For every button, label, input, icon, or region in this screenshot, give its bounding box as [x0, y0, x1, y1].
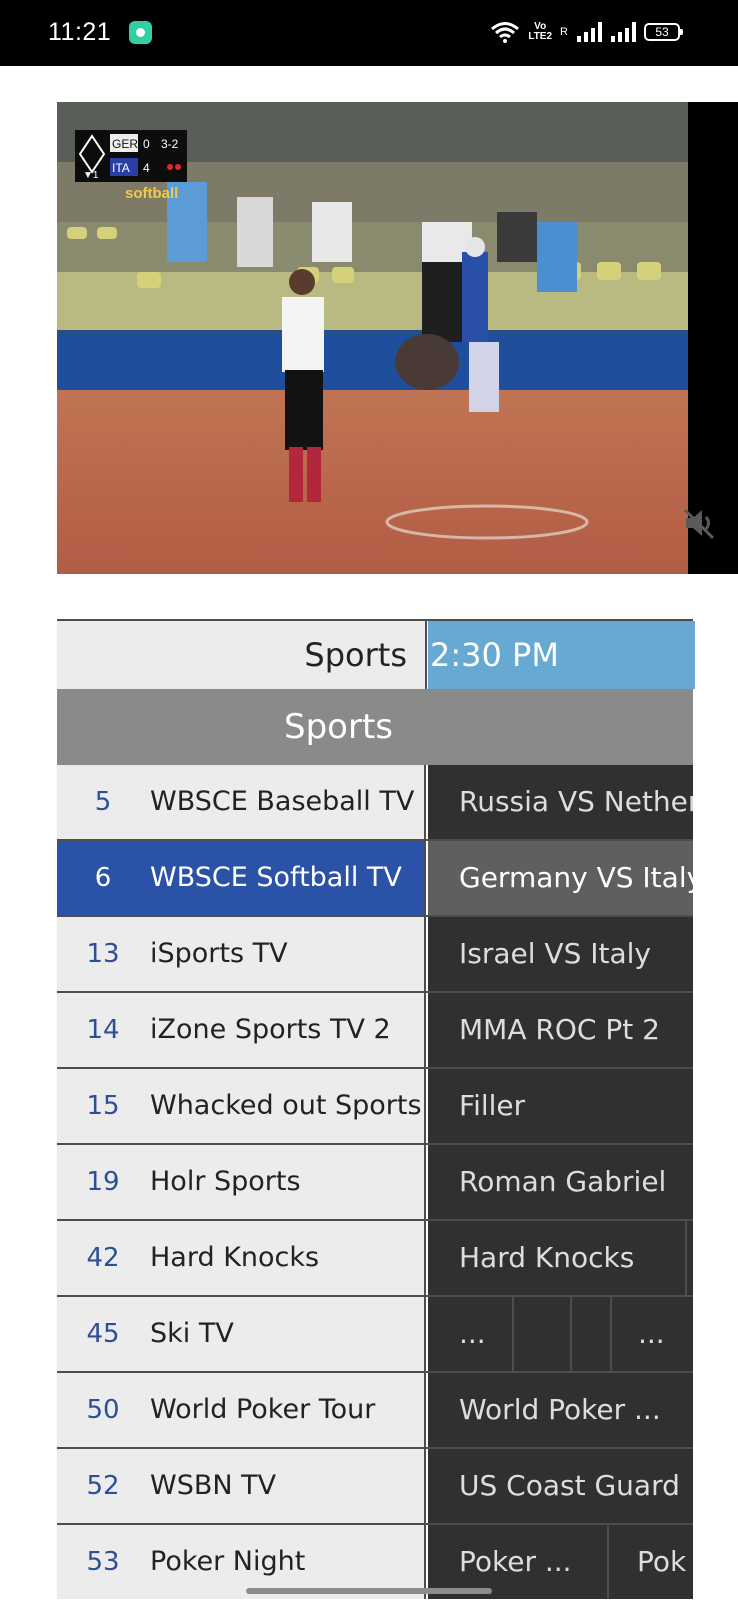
channel-name: Holr Sports	[150, 1166, 301, 1197]
guide-header-label: Sports	[57, 621, 427, 689]
program-cell[interactable]: Hard Knocks	[428, 1221, 693, 1295]
scoreboard-count: 3-2	[161, 137, 179, 151]
video-frame: GER 0 ITA 4 3-2 ▼1 softball	[57, 102, 688, 574]
status-icons: Vo LTE2 R 53	[490, 18, 683, 46]
channel-cell[interactable]: 6 WBSCE Softball TV	[57, 841, 426, 915]
channel-cell[interactable]: 45 Ski TV	[57, 1297, 426, 1371]
program-title: Germany VS Italy	[459, 861, 693, 894]
program-slot-title: ...	[638, 1317, 665, 1350]
channel-cell[interactable]: 19 Holr Sports	[57, 1145, 426, 1219]
channel-name: Whacked out Sports	[150, 1090, 422, 1121]
channel-name: iZone Sports TV 2	[150, 1014, 391, 1045]
channel-row[interactable]: 15 Whacked out Sports Filler	[57, 1069, 693, 1145]
program-title: Hard Knocks	[459, 1241, 635, 1274]
program-slot[interactable]: Pok	[607, 1525, 693, 1599]
status-bar: 11:21 Vo LTE2 R 53	[0, 0, 738, 66]
notification-app-icon	[129, 21, 152, 44]
status-time: 11:21	[48, 18, 112, 46]
program-cell[interactable]: Filler	[428, 1069, 693, 1143]
roaming-indicator: R	[560, 26, 568, 38]
mute-icon[interactable]	[680, 504, 718, 542]
battery-icon: 53	[644, 23, 683, 41]
signal-icon-sim1	[576, 21, 602, 43]
channel-row[interactable]: 52 WSBN TV US Coast Guard	[57, 1449, 693, 1525]
program-title: Israel VS Italy	[459, 937, 651, 970]
channel-cell[interactable]: 50 World Poker Tour	[57, 1373, 426, 1447]
channel-number: 45	[86, 1319, 120, 1349]
channel-cell[interactable]: 5 WBSCE Baseball TV	[57, 765, 426, 839]
channel-name: World Poker Tour	[150, 1394, 376, 1425]
channel-name: Hard Knocks	[150, 1242, 320, 1273]
softball-logo: softball	[125, 185, 178, 202]
program-cell[interactable]: World Poker ...	[428, 1373, 693, 1447]
channel-row[interactable]: 13 iSports TV Israel VS Italy	[57, 917, 693, 993]
program-cell[interactable]: US Coast Guard	[428, 1449, 693, 1523]
program-cell[interactable]: MMA ROC Pt 2	[428, 993, 693, 1067]
video-player[interactable]: GER 0 ITA 4 3-2 ▼1 softball	[57, 102, 688, 574]
program-slot-divider	[685, 1221, 693, 1295]
channel-row[interactable]: 45 Ski TV ... ...	[57, 1297, 693, 1373]
channel-cell[interactable]: 42 Hard Knocks	[57, 1221, 426, 1295]
channel-number: 19	[86, 1167, 120, 1197]
channel-number: 13	[86, 939, 120, 969]
home-indicator[interactable]	[246, 1588, 492, 1594]
program-cell[interactable]: Roman Gabriel	[428, 1145, 693, 1219]
program-title: World Poker ...	[459, 1393, 661, 1426]
channel-row[interactable]: 50 World Poker Tour World Poker ...	[57, 1373, 693, 1449]
guide-header: Sports 2:30 PM	[57, 619, 695, 689]
scoreboard-team1: GER	[112, 137, 138, 151]
channel-cell[interactable]: 52 WSBN TV	[57, 1449, 426, 1523]
channel-cell[interactable]: 13 iSports TV	[57, 917, 426, 991]
program-slot-title[interactable]: ...	[459, 1297, 486, 1371]
channel-number: 42	[86, 1243, 120, 1273]
program-cell[interactable]: Israel VS Italy	[428, 917, 693, 991]
program-slot[interactable]	[570, 1297, 610, 1371]
program-title: MMA ROC Pt 2	[459, 1013, 660, 1046]
wifi-icon	[490, 21, 520, 43]
channel-number: 5	[94, 787, 112, 817]
category-header[interactable]: Sports	[57, 689, 693, 765]
channel-guide: Sports 2:30 PM Sports 5 WBSCE Baseball T…	[57, 619, 695, 1599]
program-title: Filler	[459, 1089, 526, 1122]
scoreboard-team2: ITA	[112, 161, 130, 175]
channel-number: 6	[94, 863, 112, 893]
program-slot-title: Pok	[637, 1545, 687, 1578]
channel-name: Ski TV	[150, 1318, 234, 1349]
program-title: US Coast Guard	[459, 1469, 680, 1502]
channel-number: 50	[86, 1395, 120, 1425]
program-cell[interactable]: Germany VS Italy	[428, 841, 693, 915]
channel-number: 53	[86, 1547, 120, 1577]
channel-number: 52	[86, 1471, 120, 1501]
program-title: Roman Gabriel	[459, 1165, 667, 1198]
scoreboard-team2-score: 4	[143, 161, 150, 175]
program-cell[interactable]: Russia VS Netherlands	[428, 765, 693, 839]
channel-name: iSports TV	[150, 938, 288, 969]
channel-name: WSBN TV	[150, 1470, 277, 1501]
channel-cell[interactable]: 15 Whacked out Sports	[57, 1069, 426, 1143]
channel-row[interactable]: 19 Holr Sports Roman Gabriel	[57, 1145, 693, 1221]
program-slot[interactable]: ...	[610, 1297, 693, 1371]
channel-name: WBSCE Softball TV	[150, 862, 402, 893]
channel-list: 5 WBSCE Baseball TV Russia VS Netherland…	[57, 765, 693, 1599]
time-slot-header[interactable]: 2:30 PM	[428, 621, 695, 689]
signal-icon-sim2	[610, 21, 636, 43]
channel-row[interactable]: 42 Hard Knocks Hard Knocks	[57, 1221, 693, 1297]
scoreboard-inning: ▼1	[83, 170, 99, 181]
channel-number: 14	[86, 1015, 120, 1045]
volte-label-bottom: LTE2	[528, 31, 553, 42]
program-slot[interactable]	[512, 1297, 570, 1371]
channel-row[interactable]: 5 WBSCE Baseball TV Russia VS Netherland…	[57, 765, 693, 841]
channel-row-selected[interactable]: 6 WBSCE Softball TV Germany VS Italy	[57, 841, 693, 917]
volte-icon: Vo LTE2	[528, 22, 552, 42]
channel-number: 15	[86, 1091, 120, 1121]
scoreboard-team1-score: 0	[143, 137, 150, 151]
channel-name: WBSCE Baseball TV	[150, 786, 415, 817]
channel-row[interactable]: 14 iZone Sports TV 2 MMA ROC Pt 2	[57, 993, 693, 1069]
program-title: Russia VS Netherlands	[459, 785, 693, 818]
channel-cell[interactable]: 14 iZone Sports TV 2	[57, 993, 426, 1067]
program-cell[interactable]: ... ...	[428, 1297, 693, 1371]
